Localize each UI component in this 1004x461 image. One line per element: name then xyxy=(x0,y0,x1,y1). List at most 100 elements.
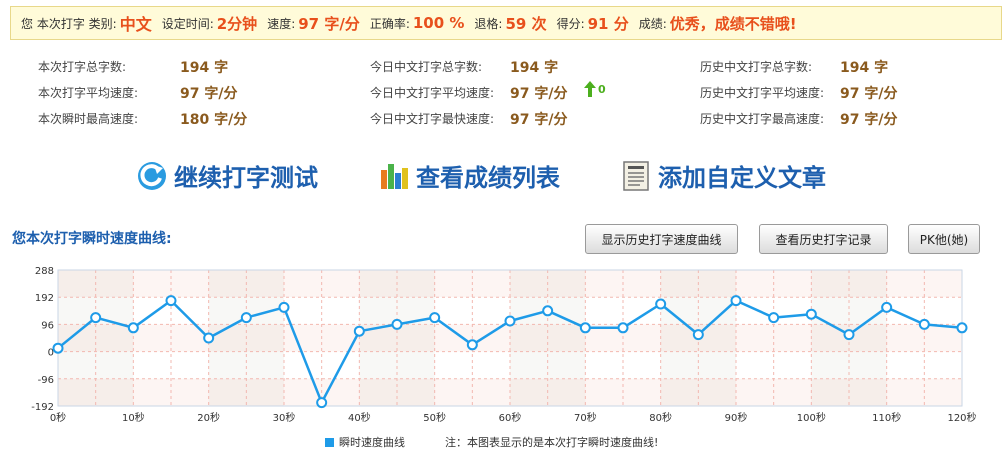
speed-data-point xyxy=(203,332,215,344)
legend-swatch xyxy=(325,437,334,447)
stat-session-max: 本次瞬时最高速度: 180 字/分 xyxy=(38,110,247,128)
speed-data-point xyxy=(843,329,855,341)
x-tick-label: 0秒 xyxy=(50,411,66,424)
stat-label: 本次打字总字数: xyxy=(38,60,127,74)
summary-time-label: 设定时间: xyxy=(161,16,214,31)
speed-data-point xyxy=(278,301,290,313)
summary-grade-value: 优秀，成绩不错哦! xyxy=(669,14,797,33)
x-tick-label: 50秒 xyxy=(423,411,446,424)
summary-backspace-value: 59 次 xyxy=(505,14,547,33)
stat-value: 194 字 xyxy=(180,60,229,76)
view-history-records-button[interactable]: 查看历史打字记录 xyxy=(759,224,888,254)
speed-data-point xyxy=(504,315,516,327)
speed-data-point xyxy=(52,342,64,354)
speed-data-point xyxy=(956,322,968,334)
stat-label: 历史中文打字总字数: xyxy=(700,60,813,74)
speed-data-point xyxy=(466,339,478,351)
speed-data-point xyxy=(768,312,780,324)
x-tick-label: 90秒 xyxy=(725,411,748,424)
view-scores-label: 查看成绩列表 xyxy=(416,164,560,192)
trend-indicator: 0 xyxy=(584,81,606,97)
stat-label: 今日中文打字总字数: xyxy=(370,60,483,74)
summary-accuracy-label: 正确率: xyxy=(369,16,410,31)
stat-value: 97 字/分 xyxy=(840,86,898,102)
summary-accuracy-value: 100 % xyxy=(412,14,465,32)
speed-data-point xyxy=(165,295,177,307)
x-tick-label: 120秒 xyxy=(947,411,976,424)
stat-today-avg: 今日中文打字平均速度: 97 字/分 0 xyxy=(370,81,606,102)
summary-score-label: 得分: xyxy=(556,16,585,31)
stat-value: 194 字 xyxy=(510,60,559,76)
trend-value: 0 xyxy=(598,82,606,96)
summary-category: 中文 xyxy=(119,15,152,34)
stat-value: 194 字 xyxy=(840,60,889,76)
add-custom-article-link[interactable]: 添加自定义文章 xyxy=(620,158,826,193)
x-tick-label: 10秒 xyxy=(122,411,145,424)
speed-data-point xyxy=(692,329,704,341)
stat-value: 97 字/分 xyxy=(180,86,238,102)
y-tick-label: 96 xyxy=(41,320,54,331)
summary-grade-label: 成绩: xyxy=(638,16,667,31)
speed-data-point xyxy=(881,301,893,313)
document-icon xyxy=(623,160,649,191)
speed-data-point xyxy=(90,312,102,324)
speed-data-point xyxy=(918,318,930,330)
speed-data-point xyxy=(353,325,365,337)
continue-typing-link[interactable]: 继续打字测试 xyxy=(136,158,318,193)
stat-label: 本次瞬时最高速度: xyxy=(38,112,139,126)
legend-series-label: 瞬时速度曲线 xyxy=(339,436,405,449)
summary-speed-label: 速度: xyxy=(267,16,296,31)
speed-data-point xyxy=(429,312,441,324)
speed-data-point xyxy=(391,318,403,330)
speed-data-point xyxy=(542,305,554,317)
summary-score-value: 91 分 xyxy=(587,14,629,33)
speed-data-point xyxy=(579,322,591,334)
continue-typing-label: 继续打字测试 xyxy=(174,164,318,192)
speed-curve-title: 您本次打字瞬时速度曲线: xyxy=(12,231,172,247)
summary-prefix: 您 本次打字 类别: xyxy=(21,16,117,31)
stat-history-max: 历史中文打字最高速度: 97 字/分 xyxy=(700,110,897,128)
stat-label: 历史中文打字平均速度: xyxy=(700,86,825,100)
summary-speed-value: 97 字/分 xyxy=(298,14,360,33)
result-summary-bar: 您 本次打字 类别: 中文 设定时间: 2分钟 速度: 97 字/分 正确率: … xyxy=(10,6,1002,40)
speed-data-point xyxy=(240,312,252,324)
stat-value: 97 字/分 xyxy=(510,112,568,128)
add-custom-article-label: 添加自定义文章 xyxy=(658,164,826,192)
speed-data-point xyxy=(730,295,742,307)
stat-value: 97 字/分 xyxy=(510,86,568,102)
x-tick-label: 110秒 xyxy=(872,411,901,424)
speed-data-point xyxy=(655,298,667,310)
stat-history-total: 历史中文打字总字数: 194 字 xyxy=(700,58,888,76)
stat-history-avg: 历史中文打字平均速度: 97 字/分 xyxy=(700,84,897,102)
chart-note: 注：本图表显示的是本次打字瞬时速度曲线! xyxy=(445,436,659,449)
stat-label: 本次打字平均速度: xyxy=(38,86,139,100)
speed-data-point xyxy=(617,322,629,334)
x-tick-label: 100秒 xyxy=(797,411,826,424)
y-tick-label: 192 xyxy=(35,293,54,304)
stat-value: 97 字/分 xyxy=(840,112,898,128)
speed-data-point xyxy=(127,322,139,334)
stat-label: 历史中文打字最高速度: xyxy=(700,112,825,126)
y-tick-label: -96 xyxy=(38,375,54,386)
stat-label: 今日中文打字最快速度: xyxy=(370,112,495,126)
bar-chart-icon xyxy=(381,163,408,189)
speed-data-point xyxy=(316,397,328,409)
view-scores-link[interactable]: 查看成绩列表 xyxy=(378,158,560,193)
summary-time-value: 2分钟 xyxy=(216,14,258,33)
x-tick-label: 20秒 xyxy=(197,411,220,424)
chart-legend: 瞬时速度曲线 注：本图表显示的是本次打字瞬时速度曲线! xyxy=(325,434,658,450)
x-tick-label: 30秒 xyxy=(273,411,296,424)
stat-label: 今日中文打字平均速度: xyxy=(370,86,495,100)
y-tick-label: 288 xyxy=(35,266,54,277)
refresh-icon xyxy=(138,161,166,190)
x-tick-label: 40秒 xyxy=(348,411,371,424)
stat-today-total: 今日中文打字总字数: 194 字 xyxy=(370,58,558,76)
pk-button[interactable]: PK他(她) xyxy=(908,224,980,254)
arrow-up-icon xyxy=(584,81,596,97)
stat-session-total: 本次打字总字数: 194 字 xyxy=(38,58,228,76)
stat-value: 180 字/分 xyxy=(180,112,248,128)
speed-chart: 288192960-96-1920秒 10秒 20秒 30秒 40秒 50秒 60秒 70秒 8… xyxy=(31,266,976,424)
x-tick-label: 80秒 xyxy=(649,411,672,424)
action-links: 继续打字测试 查看成绩列表 添加自定义文章 xyxy=(0,158,1004,198)
show-history-curve-button[interactable]: 显示历史打字速度曲线 xyxy=(585,224,738,254)
